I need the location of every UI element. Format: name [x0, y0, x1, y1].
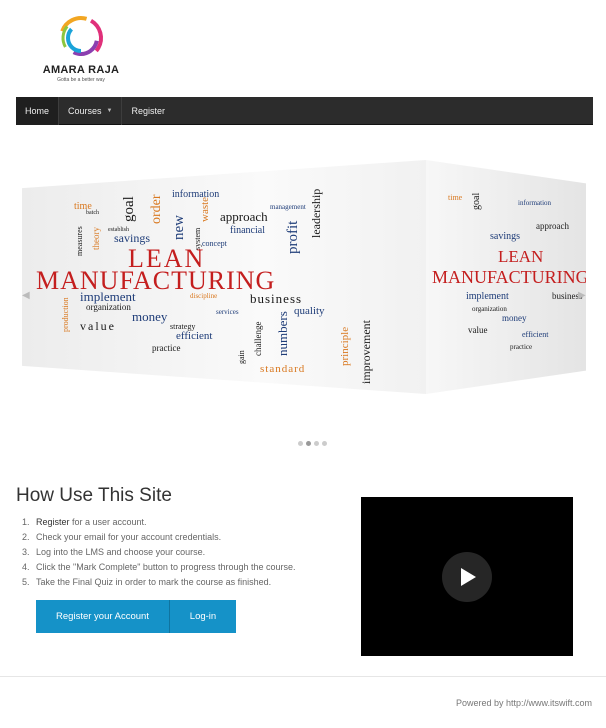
slider-dot[interactable]	[322, 441, 327, 446]
step-number: 3.	[22, 547, 30, 557]
section-title: How Use This Site	[16, 485, 172, 506]
arrow-right-icon[interactable]: ▶	[578, 290, 586, 301]
step-number: 2.	[22, 532, 30, 542]
cloud-word: waste	[199, 196, 211, 222]
cloud-word: information	[172, 189, 220, 200]
cloud-word: numbers	[275, 311, 290, 356]
cloud-word-main: MANUFACTURING	[36, 266, 276, 295]
cloud-word: management	[270, 203, 306, 211]
cloud-word-main: LEAN	[498, 247, 544, 266]
register-account-button[interactable]: Register your Account	[36, 600, 170, 633]
play-icon[interactable]	[442, 552, 492, 602]
cloud-word: challenge	[253, 321, 263, 356]
nav-item-label: Register	[131, 105, 165, 116]
cloud-word: value	[468, 325, 488, 335]
nav-item-label: Courses	[68, 105, 102, 116]
login-button[interactable]: Log-in	[170, 600, 236, 633]
chevron-down-icon: ▼	[106, 107, 113, 114]
step-text: for a user account.	[69, 517, 147, 527]
cloud-word: production	[61, 297, 70, 332]
cloud-word: information	[518, 199, 552, 207]
cloud-word: practice	[510, 343, 533, 351]
step-number: 4.	[22, 562, 30, 572]
cloud-word: implement	[466, 291, 509, 302]
cloud-word: money	[502, 313, 527, 323]
image-slider: time goal order information management a…	[16, 160, 593, 400]
cloud-word: efficient	[176, 330, 213, 342]
cloud-word: discipline	[190, 292, 218, 300]
step-text: Log into the LMS and choose your course.	[36, 547, 206, 557]
nav-item-courses[interactable]: Courses ▼	[59, 96, 123, 125]
steps-list: 1. Register for a user account. 2. Check y…	[22, 515, 296, 590]
slider-dot-active[interactable]	[306, 441, 311, 446]
cloud-word: organization	[86, 302, 131, 312]
cloud-word: order	[149, 194, 164, 224]
arrow-left-icon[interactable]: ◀	[22, 290, 30, 301]
cloud-word: batch	[86, 210, 99, 216]
cloud-word: improvement	[359, 320, 373, 384]
cloud-word: business	[250, 291, 303, 306]
cloud-word: gain	[237, 350, 246, 364]
cloud-word: approach	[536, 221, 569, 231]
list-item: 1. Register for a user account.	[22, 515, 296, 530]
cloud-word: goal	[471, 192, 482, 210]
nav-item-register[interactable]: Register	[122, 97, 174, 125]
cloud-word: value	[80, 319, 116, 333]
logo-swirl-icon	[59, 16, 103, 60]
step-text: Check your email for your account creden…	[36, 532, 222, 542]
list-item: 5. Take the Final Quiz in order to mark t…	[22, 575, 296, 590]
cloud-word: quality	[294, 305, 325, 317]
step-number: 5.	[22, 577, 30, 587]
main-navbar: Home Courses ▼ Register	[16, 96, 593, 125]
brand-logo[interactable]: AMARA RAJA Gotta be a better way	[36, 14, 126, 84]
cloud-word: measures	[75, 226, 84, 256]
video-player[interactable]	[361, 497, 573, 656]
nav-item-label: Home	[25, 105, 50, 116]
cloud-word: services	[216, 308, 239, 316]
cloud-word: financial	[230, 225, 265, 236]
list-item: 3. Log into the LMS and choose your cours…	[22, 545, 296, 560]
cloud-word: efficient	[522, 330, 549, 339]
footer-divider	[0, 676, 606, 677]
cloud-word: approach	[220, 209, 268, 224]
cloud-word: leadership	[309, 188, 323, 238]
cloud-word: savings	[490, 231, 520, 242]
cloud-word: organization	[472, 305, 507, 313]
cloud-word: new	[171, 215, 187, 240]
cloud-word: theory	[91, 227, 101, 250]
brand-name: AMARA RAJA	[42, 64, 120, 76]
cta-button-group: Register your Account Log-in	[36, 600, 236, 633]
cloud-word: profit	[285, 220, 301, 254]
slider-dot[interactable]	[298, 441, 303, 446]
cloud-word: principle	[339, 326, 351, 366]
slider-dot[interactable]	[314, 441, 319, 446]
word-cloud-panel-front: time goal order information management a…	[22, 160, 426, 394]
step-number: 1.	[22, 517, 30, 527]
brand-tagline: Gotta be a better way	[57, 77, 105, 83]
cloud-word: time	[448, 193, 463, 202]
register-link[interactable]: Register	[36, 517, 70, 527]
nav-item-home[interactable]: Home	[16, 96, 60, 125]
cloud-word-main: MANUFACTURING	[432, 267, 586, 287]
list-item: 2. Check your email for your account cred…	[22, 530, 296, 545]
cloud-word: money	[132, 309, 168, 324]
slider-pagination	[298, 441, 327, 446]
cloud-word: standard	[260, 363, 306, 375]
step-text: Click the "Mark Complete" button to prog…	[36, 562, 296, 572]
cloud-word: practice	[152, 343, 181, 353]
powered-by-text: Powered by http://www.itswift.com	[455, 698, 592, 708]
word-cloud-panel-side: time goal information approach savings L…	[426, 160, 586, 394]
cloud-word: savings	[114, 231, 150, 245]
cloud-word: goal	[121, 196, 137, 222]
list-item: 4. Click the "Mark Complete" button to pr…	[22, 560, 296, 575]
step-text: Take the Final Quiz in order to mark the…	[36, 577, 272, 587]
cloud-word: concept	[202, 239, 227, 248]
